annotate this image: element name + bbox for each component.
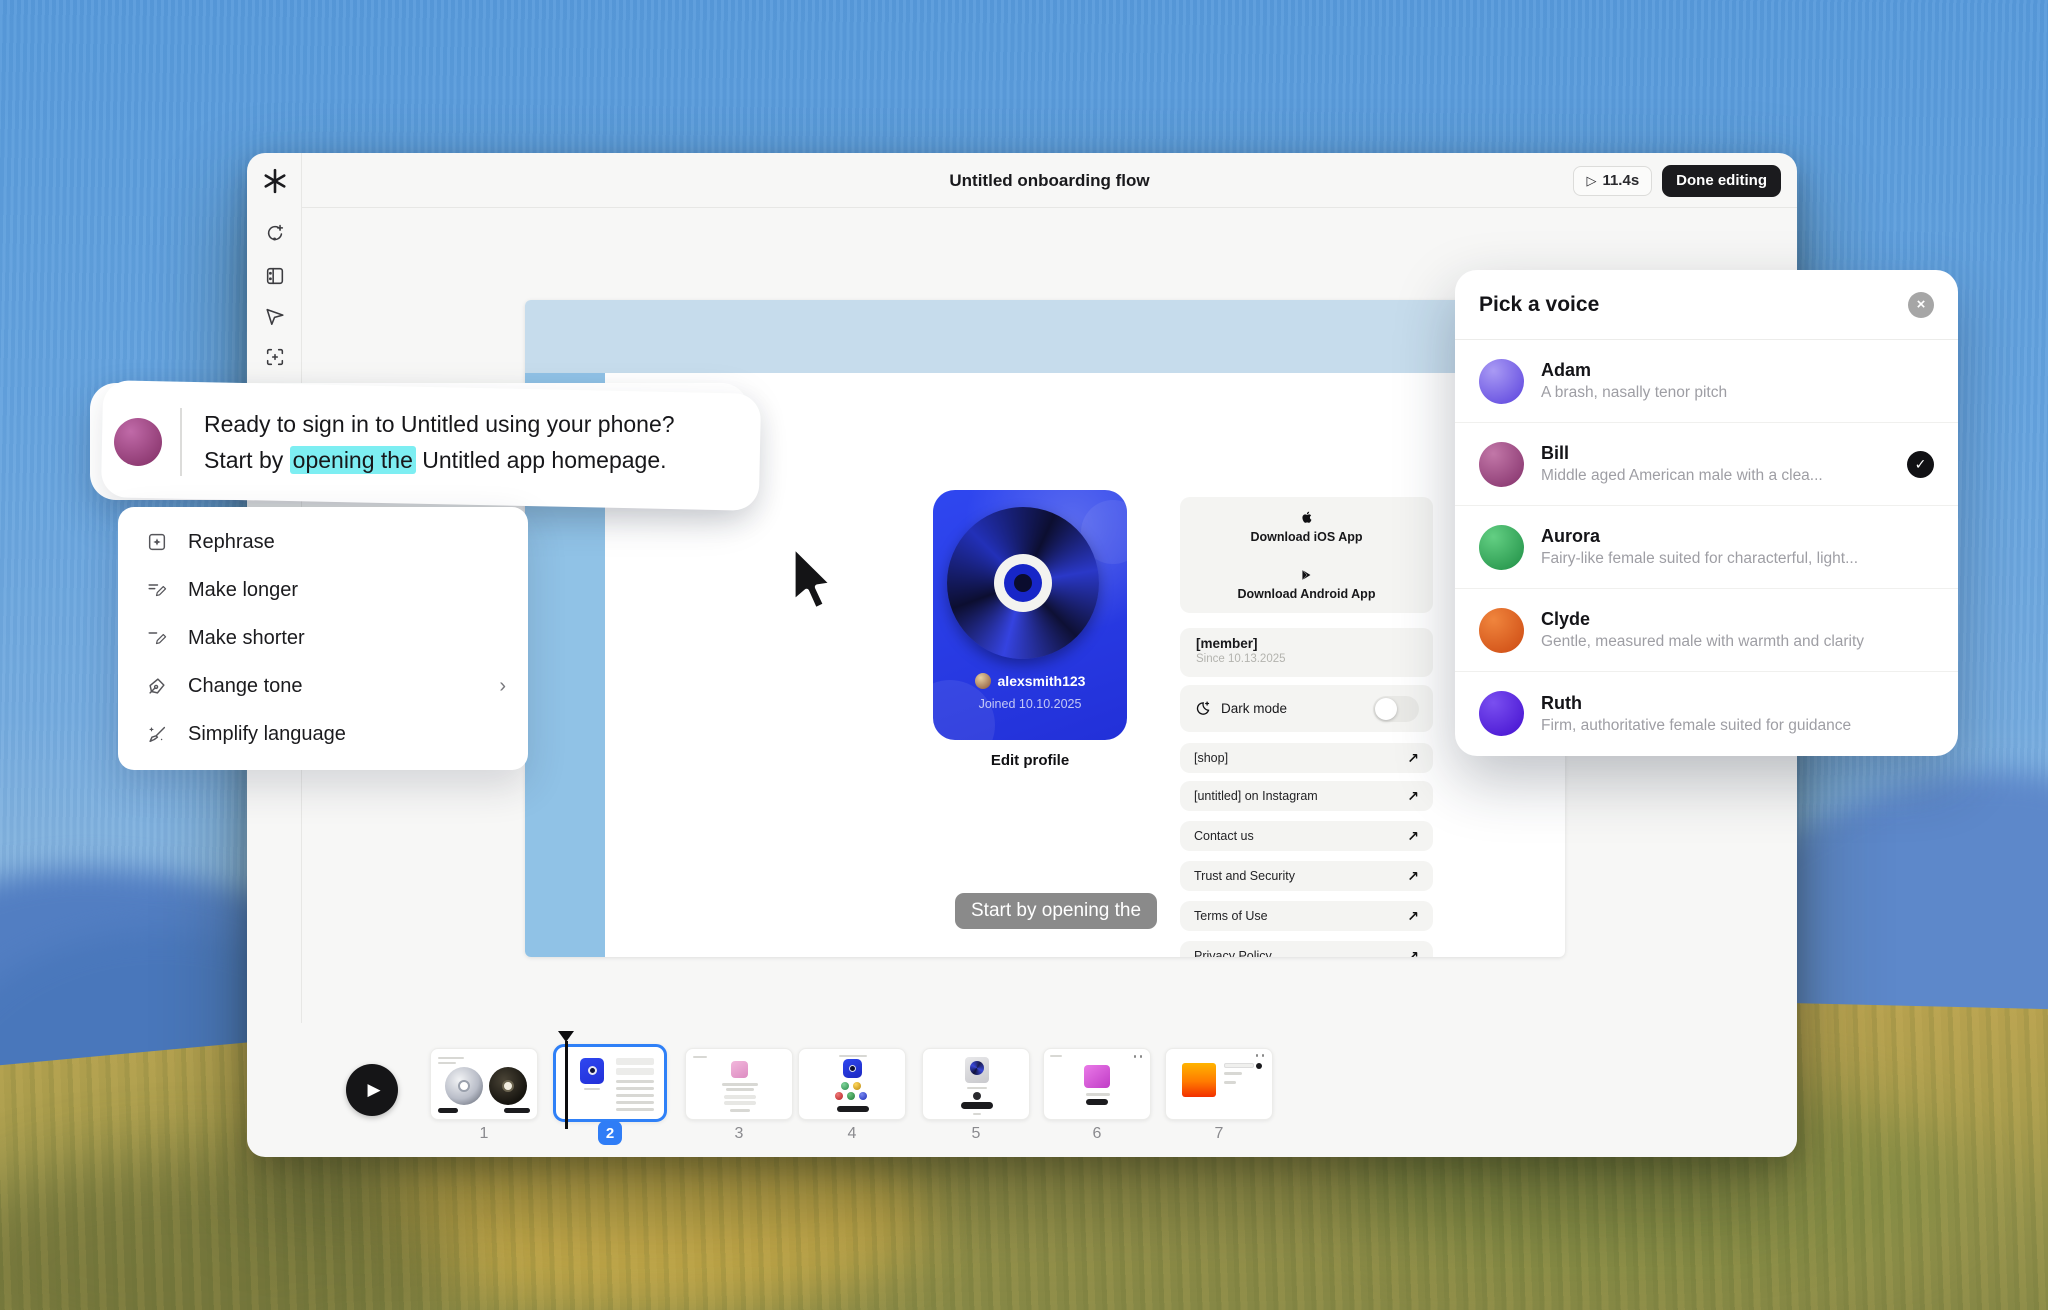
joined-date: Joined 10.10.2025 [933, 697, 1127, 711]
slide-thumbnail-4[interactable] [798, 1048, 906, 1120]
ai-rewrite-menu: Rephrase Make longer Make shorter Change… [118, 507, 528, 770]
voice-option-ruth[interactable]: Ruth Firm, authoritative female suited f… [1455, 672, 1958, 755]
link-trust-security[interactable]: Trust and Security ↗ [1180, 861, 1433, 891]
external-link-icon: ↗ [1407, 828, 1419, 845]
profile-card: alexsmith123 Joined 10.10.2025 [933, 490, 1127, 740]
slide-thumbnail-6[interactable] [1043, 1048, 1151, 1120]
voice-option-clyde[interactable]: Clyde Gentle, measured male with warmth … [1455, 589, 1958, 672]
regenerate-voice-tool-icon[interactable] [255, 214, 295, 254]
moon-icon [1194, 700, 1211, 717]
highlighted-phrase: opening the [290, 446, 416, 474]
close-icon[interactable]: × [1908, 292, 1934, 318]
external-link-icon: ↗ [1407, 750, 1419, 767]
topbar: Untitled onboarding flow ▷ 11.4s Done ed… [302, 153, 1797, 208]
voiceover-text[interactable]: Ready to sign in to Untitled using your … [204, 406, 675, 478]
external-link-icon: ↗ [1407, 948, 1419, 958]
simplify-icon [146, 723, 168, 745]
play-button[interactable]: ▶ [346, 1064, 398, 1116]
menu-item-change-tone[interactable]: Change tone › [118, 662, 528, 710]
voice-option-bill-selected[interactable]: Bill Middle aged American male with a cl… [1455, 423, 1958, 506]
preview-duration-button[interactable]: ▷ 11.4s [1573, 166, 1652, 196]
username: alexsmith123 [998, 673, 1086, 689]
slide-number-4: 4 [798, 1125, 906, 1143]
slide-number-2-selected: 2 [598, 1121, 622, 1145]
voice-panel-title: Pick a voice [1479, 293, 1599, 317]
pointer-tool-icon[interactable] [255, 296, 295, 336]
voice-avatar-bill[interactable] [114, 418, 162, 466]
cd-disc [947, 507, 1099, 659]
app-logo-asterisk-icon [247, 153, 302, 208]
playhead-line[interactable] [565, 1041, 568, 1129]
duration-label: 11.4s [1602, 172, 1639, 189]
mouse-cursor [783, 541, 841, 634]
slide-thumbnail-1[interactable] [430, 1048, 538, 1120]
external-link-icon: ↗ [1407, 788, 1419, 805]
voice-option-adam[interactable]: Adam A brash, nasally tenor pitch [1455, 340, 1958, 423]
edit-profile-button[interactable]: Edit profile [933, 752, 1127, 769]
slide-thumbnail-3[interactable] [685, 1048, 793, 1120]
pick-a-voice-panel: Pick a voice × Adam A brash, nasally ten… [1455, 270, 1958, 756]
link-privacy[interactable]: Privacy Policy ↗ [1180, 941, 1433, 957]
link-contact-us[interactable]: Contact us ↗ [1180, 821, 1433, 851]
link-instagram[interactable]: [untitled] on Instagram ↗ [1180, 781, 1433, 811]
focus-crop-tool-icon[interactable] [255, 337, 295, 377]
voice-avatar-clyde [1479, 608, 1524, 653]
subtitle-caption: Start by opening the [955, 893, 1157, 929]
link-terms[interactable]: Terms of Use ↗ [1180, 901, 1433, 931]
slide-thumbnail-2-selected[interactable] [553, 1044, 667, 1122]
play-outline-icon: ▷ [1586, 173, 1596, 189]
slide-number-3: 3 [685, 1125, 793, 1143]
pen-nib-icon [146, 675, 168, 697]
slide-number-6: 6 [1043, 1125, 1151, 1143]
download-android-button[interactable]: Download Android App [1180, 555, 1433, 613]
divider [180, 408, 182, 476]
downloads-card: Download iOS App Download Android App [1180, 497, 1433, 613]
dark-mode-label: Dark mode [1221, 701, 1287, 716]
slide-number-1: 1 [430, 1125, 538, 1143]
voice-avatar-ruth [1479, 691, 1524, 736]
submenu-chevron-icon: › [499, 675, 506, 698]
voice-avatar-bill [1479, 442, 1524, 487]
member-card: [member] Since 10.13.2025 [1180, 628, 1433, 677]
link-shop[interactable]: [shop] ↗ [1180, 743, 1433, 773]
done-editing-button[interactable]: Done editing [1662, 165, 1781, 197]
rephrase-icon [146, 531, 168, 553]
dark-mode-toggle[interactable] [1373, 696, 1419, 722]
avatar [975, 673, 991, 689]
voice-option-aurora[interactable]: Aurora Fairy-like female suited for char… [1455, 506, 1958, 589]
member-label: [member] [1196, 636, 1417, 651]
download-ios-button[interactable]: Download iOS App [1180, 497, 1433, 555]
page-hero-band [525, 300, 1565, 373]
slide-number-7: 7 [1165, 1125, 1273, 1143]
voice-avatar-aurora [1479, 525, 1524, 570]
dark-mode-row: Dark mode [1180, 685, 1433, 732]
slide-number-5: 5 [922, 1125, 1030, 1143]
panel-layout-tool-icon[interactable] [255, 256, 295, 296]
make-longer-icon [146, 579, 168, 601]
member-since: Since 10.13.2025 [1196, 653, 1417, 665]
voice-avatar-adam [1479, 359, 1524, 404]
menu-item-make-shorter[interactable]: Make shorter [118, 614, 528, 662]
selected-check-icon: ✓ [1907, 451, 1934, 478]
menu-item-make-longer[interactable]: Make longer [118, 566, 528, 614]
make-shorter-icon [146, 627, 168, 649]
external-link-icon: ↗ [1407, 868, 1419, 885]
menu-item-rephrase[interactable]: Rephrase [118, 518, 528, 566]
android-play-icon [1300, 568, 1313, 582]
slide-thumbnail-7[interactable] [1165, 1048, 1273, 1120]
external-link-icon: ↗ [1407, 908, 1419, 925]
slide-thumbnail-5[interactable] [922, 1048, 1030, 1120]
menu-item-simplify-language[interactable]: Simplify language [118, 710, 528, 758]
apple-icon [1300, 509, 1314, 525]
voiceover-text-card: Ready to sign in to Untitled using your … [90, 383, 748, 500]
